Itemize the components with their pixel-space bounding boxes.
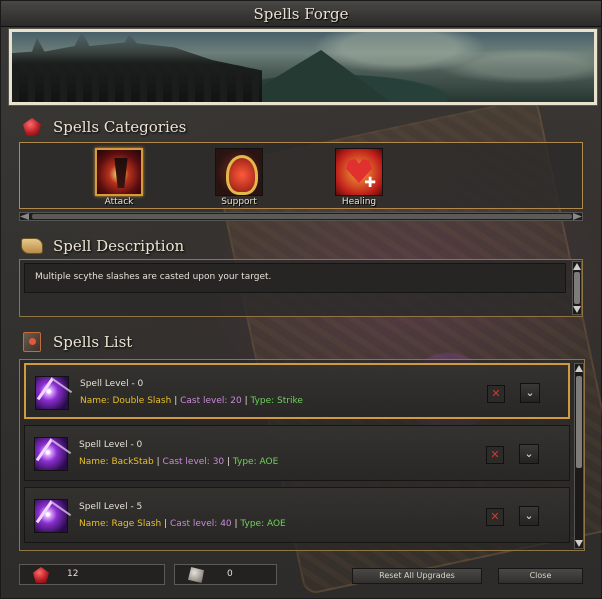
- categories-header: Spells Categories: [21, 114, 186, 140]
- meta-separator: |: [153, 457, 163, 467]
- spell-type: Type: AOE: [232, 457, 279, 467]
- category-attack[interactable]: Attack: [93, 148, 145, 207]
- coins-value: 0: [227, 569, 233, 579]
- delete-spell-button[interactable]: ✕: [486, 508, 504, 526]
- spell-cast-level: Cast level: 20: [180, 396, 242, 406]
- red-gem-icon: [33, 567, 49, 583]
- double-slash-spell-icon: [35, 376, 69, 410]
- title-bar: Spells Forge: [1, 1, 601, 27]
- spells-vertical-scrollbar[interactable]: [574, 363, 584, 549]
- meta-separator: |: [224, 457, 233, 467]
- window-title: Spells Forge: [253, 5, 349, 23]
- scroll-parchment-icon: [21, 235, 43, 257]
- scroll-up-arrow-icon[interactable]: [575, 365, 583, 372]
- category-support[interactable]: Support: [213, 148, 265, 207]
- support-category-icon: [215, 148, 263, 196]
- header-banner-image: [9, 29, 597, 105]
- spell-level: Spell Level - 5: [79, 502, 143, 512]
- spell-meta: Name: BackStab | Cast level: 30 | Type: …: [79, 457, 278, 467]
- spell-meta: Name: Double Slash | Cast level: 20 | Ty…: [80, 396, 303, 406]
- spells-list-header: Spells List: [21, 329, 132, 355]
- attack-category-icon: [95, 148, 143, 196]
- spell-meta: Name: Rage Slash | Cast level: 40 | Type…: [79, 519, 286, 529]
- close-button[interactable]: Close: [498, 568, 583, 584]
- backstab-spell-icon: [34, 437, 68, 471]
- category-label: Support: [221, 197, 257, 207]
- scroll-up-arrow-icon[interactable]: [573, 263, 581, 270]
- scroll-right-arrow-icon[interactable]: [573, 213, 582, 220]
- scroll-left-arrow-icon[interactable]: [20, 213, 29, 220]
- coins-counter: 0: [174, 564, 277, 585]
- healing-category-icon: [335, 148, 383, 196]
- rage-slash-spell-icon: [34, 499, 68, 533]
- spell-name: Name: Rage Slash: [79, 519, 162, 529]
- spell-row[interactable]: Spell Level - 5 Name: Rage Slash | Cast …: [24, 487, 570, 543]
- spellbook-icon: [21, 331, 43, 353]
- description-panel: Multiple scythe slashes are casted upon …: [19, 259, 583, 317]
- spell-row[interactable]: Spell Level - 0 Name: Double Slash | Cas…: [24, 363, 570, 419]
- banner-castle: [12, 32, 262, 102]
- categories-panel: Attack Support Healing: [19, 142, 583, 209]
- scroll-down-arrow-icon[interactable]: [573, 306, 581, 313]
- description-vertical-scrollbar[interactable]: [572, 261, 582, 315]
- reset-all-upgrades-button[interactable]: Reset All Upgrades: [352, 568, 482, 584]
- spell-description-text: Multiple scythe slashes are casted upon …: [35, 272, 272, 282]
- chevron-down-icon[interactable]: ⌄: [519, 506, 539, 526]
- spell-row[interactable]: Spell Level - 0 Name: BackStab | Cast le…: [24, 425, 570, 481]
- spell-cast-level: Cast level: 30: [162, 457, 225, 467]
- chevron-down-icon[interactable]: ⌄: [519, 444, 539, 464]
- scrollbar-thumb[interactable]: [32, 214, 572, 219]
- spells-list-panel: Spell Level - 0 Name: Double Slash | Cas…: [19, 359, 585, 551]
- spell-level: Spell Level - 0: [79, 440, 143, 450]
- scrollbar-thumb[interactable]: [574, 272, 580, 304]
- delete-spell-button[interactable]: ✕: [486, 446, 504, 464]
- spell-name: Name: BackStab: [79, 457, 154, 467]
- scroll-down-arrow-icon[interactable]: [575, 540, 583, 547]
- description-title: Spell Description: [53, 237, 185, 255]
- category-healing[interactable]: Healing: [333, 148, 385, 207]
- gems-counter: 12: [19, 564, 165, 585]
- categories-title: Spells Categories: [53, 118, 187, 136]
- spell-type: Type: AOE: [240, 519, 286, 529]
- spell-name: Name: Double Slash: [80, 396, 172, 406]
- category-label: Attack: [104, 197, 134, 207]
- scrollbar-thumb[interactable]: [576, 376, 582, 468]
- categories-horizontal-scrollbar[interactable]: [19, 212, 583, 221]
- red-gem-icon: [21, 116, 43, 138]
- spell-level: Spell Level - 0: [80, 379, 144, 389]
- chevron-down-icon[interactable]: ⌄: [520, 383, 540, 403]
- silver-coin-icon: [188, 567, 204, 583]
- meta-separator: |: [171, 396, 181, 406]
- description-box: Multiple scythe slashes are casted upon …: [24, 263, 566, 293]
- spells-list-title: Spells List: [53, 333, 133, 351]
- category-label: Healing: [341, 197, 377, 207]
- spell-cast-level: Cast level: 40: [170, 519, 232, 529]
- spells-forge-window: Spells Forge Spells Categories Attack Su…: [0, 0, 602, 599]
- meta-separator: |: [161, 519, 171, 529]
- spell-type: Type: Strike: [250, 396, 303, 406]
- gems-value: 12: [67, 569, 79, 579]
- description-header: Spell Description: [21, 233, 184, 259]
- delete-spell-button[interactable]: ✕: [487, 385, 505, 403]
